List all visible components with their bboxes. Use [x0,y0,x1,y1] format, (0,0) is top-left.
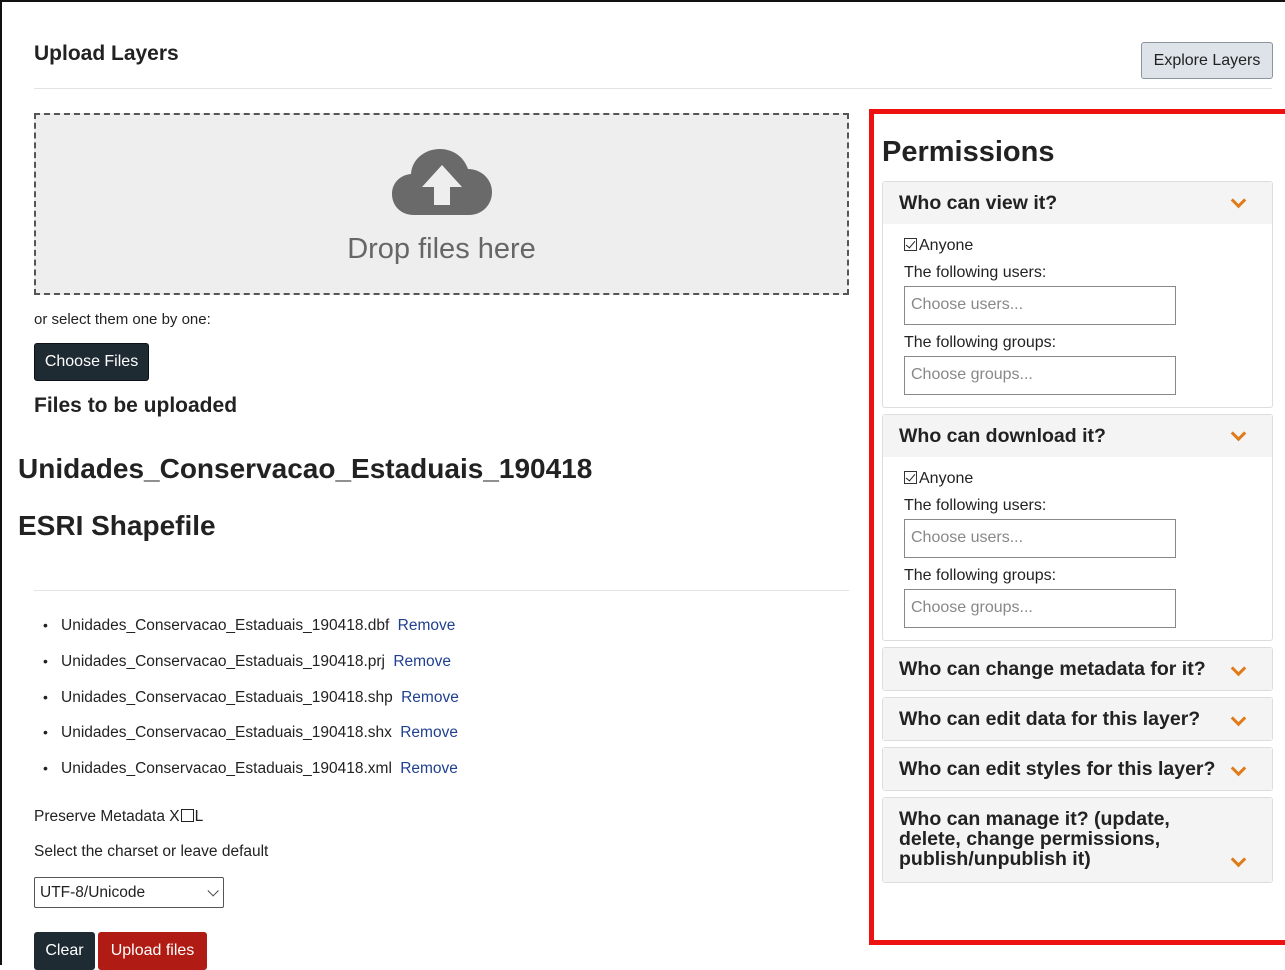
layer-type: ESRI Shapefile [18,510,216,541]
users-label: The following users: [904,264,1047,281]
charset-select[interactable]: UTF-8/Unicode [34,877,224,908]
chevron-down-icon [207,884,219,897]
preserve-metadata-label-suffix: L [194,808,204,825]
file-name: Unidades_Conservacao_Estaduais_190418.db… [61,617,390,634]
anyone-label: Anyone [919,470,974,487]
remove-link[interactable]: Remove [398,617,456,634]
layer-name: Unidades_Conservacao_Estaduais_190418 [18,453,593,484]
section-title: Who can edit styles for this layer? [899,758,1216,780]
section-header[interactable]: Who can download it? [883,415,1272,457]
permission-section-manage: Who can manage it? (update, delete, chan… [882,797,1273,883]
anyone-label: Anyone [919,237,974,254]
cloud-upload-icon [392,149,492,215]
section-title: Who can change metadata for it? [899,658,1206,680]
remove-link[interactable]: Remove [393,653,451,670]
list-item: • Unidades_Conservacao_Estaduais_190418.p… [34,653,459,689]
section-header[interactable]: Who can view it? [883,182,1272,224]
anyone-checkbox-row[interactable]: Anyone [904,469,1251,497]
permission-section-edit-data: Who can edit data for this layer? [882,697,1273,741]
section-header[interactable]: Who can edit styles for this layer? [883,748,1272,790]
section-header[interactable]: Who can edit data for this layer? [883,698,1272,740]
page-title: Upload Layers [34,42,179,65]
permission-section-view: Who can view it? Anyone The following us… [882,181,1273,408]
permission-section-metadata: Who can change metadata for it? [882,647,1273,691]
section-title: Who can download it? [899,425,1106,447]
select-hint: or select them one by one: [34,311,211,328]
explore-layers-button[interactable]: Explore Layers [1141,42,1273,79]
bullet: • [43,652,48,669]
list-item: • Unidades_Conservacao_Estaduais_190418.x… [34,760,459,796]
users-label: The following users: [904,497,1047,514]
charset-label: Select the charset or leave default [34,843,269,860]
list-item: • Unidades_Conservacao_Estaduais_190418.s… [34,689,459,725]
preserve-metadata-checkbox[interactable] [180,809,194,822]
list-item: • Unidades_Conservacao_Estaduais_190418.d… [34,617,459,653]
drop-files-label: Drop files here [347,233,536,265]
anyone-checkbox-row[interactable]: Anyone [904,236,1251,264]
charset-value: UTF-8/Unicode [40,883,146,901]
groups-label: The following groups: [904,567,1057,584]
users-input[interactable]: Choose users... [904,519,1176,558]
bullet: • [43,760,48,777]
choose-files-button[interactable]: Choose Files [34,343,149,381]
section-header[interactable]: Who can manage it? (update, delete, chan… [883,798,1272,882]
upload-files-button[interactable]: Upload files [98,932,207,970]
section-body: Anyone The following users: Choose users… [883,457,1272,628]
preserve-metadata-label: Preserve Metadata X [34,808,180,825]
section-title: Who can view it? [899,192,1058,214]
permission-section-edit-styles: Who can edit styles for this layer? [882,747,1273,791]
users-input[interactable]: Choose users... [904,286,1176,325]
section-title: Who can manage it? (update, delete, chan… [899,808,1170,870]
files-divider [34,590,849,591]
remove-link[interactable]: Remove [401,689,459,706]
list-item: • Unidades_Conservacao_Estaduais_190418.s… [34,724,459,760]
file-name: Unidades_Conservacao_Estaduais_190418.sh… [61,688,393,706]
file-name: Unidades_Conservacao_Estaduais_190418.pr… [61,652,386,670]
clear-button[interactable]: Clear [34,932,95,970]
section-title: Who can edit data for this layer? [899,708,1201,730]
bullet: • [43,617,48,633]
permissions-title: Permissions [882,136,1055,168]
file-list: • Unidades_Conservacao_Estaduais_190418.d… [34,617,459,796]
permission-section-download: Who can download it? Anyone The followin… [882,414,1273,641]
header-divider [34,88,1272,89]
section-body: Anyone The following users: Choose users… [883,224,1272,395]
file-dropzone[interactable]: Drop files here [34,113,849,295]
file-name: Unidades_Conservacao_Estaduais_190418.sh… [61,724,392,742]
bullet: • [43,724,48,741]
checkbox-icon[interactable] [904,238,917,251]
groups-input[interactable]: Choose groups... [904,356,1176,395]
groups-label: The following groups: [904,334,1057,351]
file-name: Unidades_Conservacao_Estaduais_190418.xm… [61,760,392,778]
remove-link[interactable]: Remove [400,724,458,741]
checkbox-icon[interactable] [904,471,917,484]
bullet: • [43,688,48,705]
preserve-metadata-row: Preserve Metadata X L [34,808,203,826]
files-heading: Files to be uploaded [34,394,238,417]
chevron-down-icon[interactable] [1230,851,1247,868]
section-header[interactable]: Who can change metadata for it? [883,648,1272,690]
remove-link[interactable]: Remove [400,760,458,777]
groups-input[interactable]: Choose groups... [904,589,1176,628]
